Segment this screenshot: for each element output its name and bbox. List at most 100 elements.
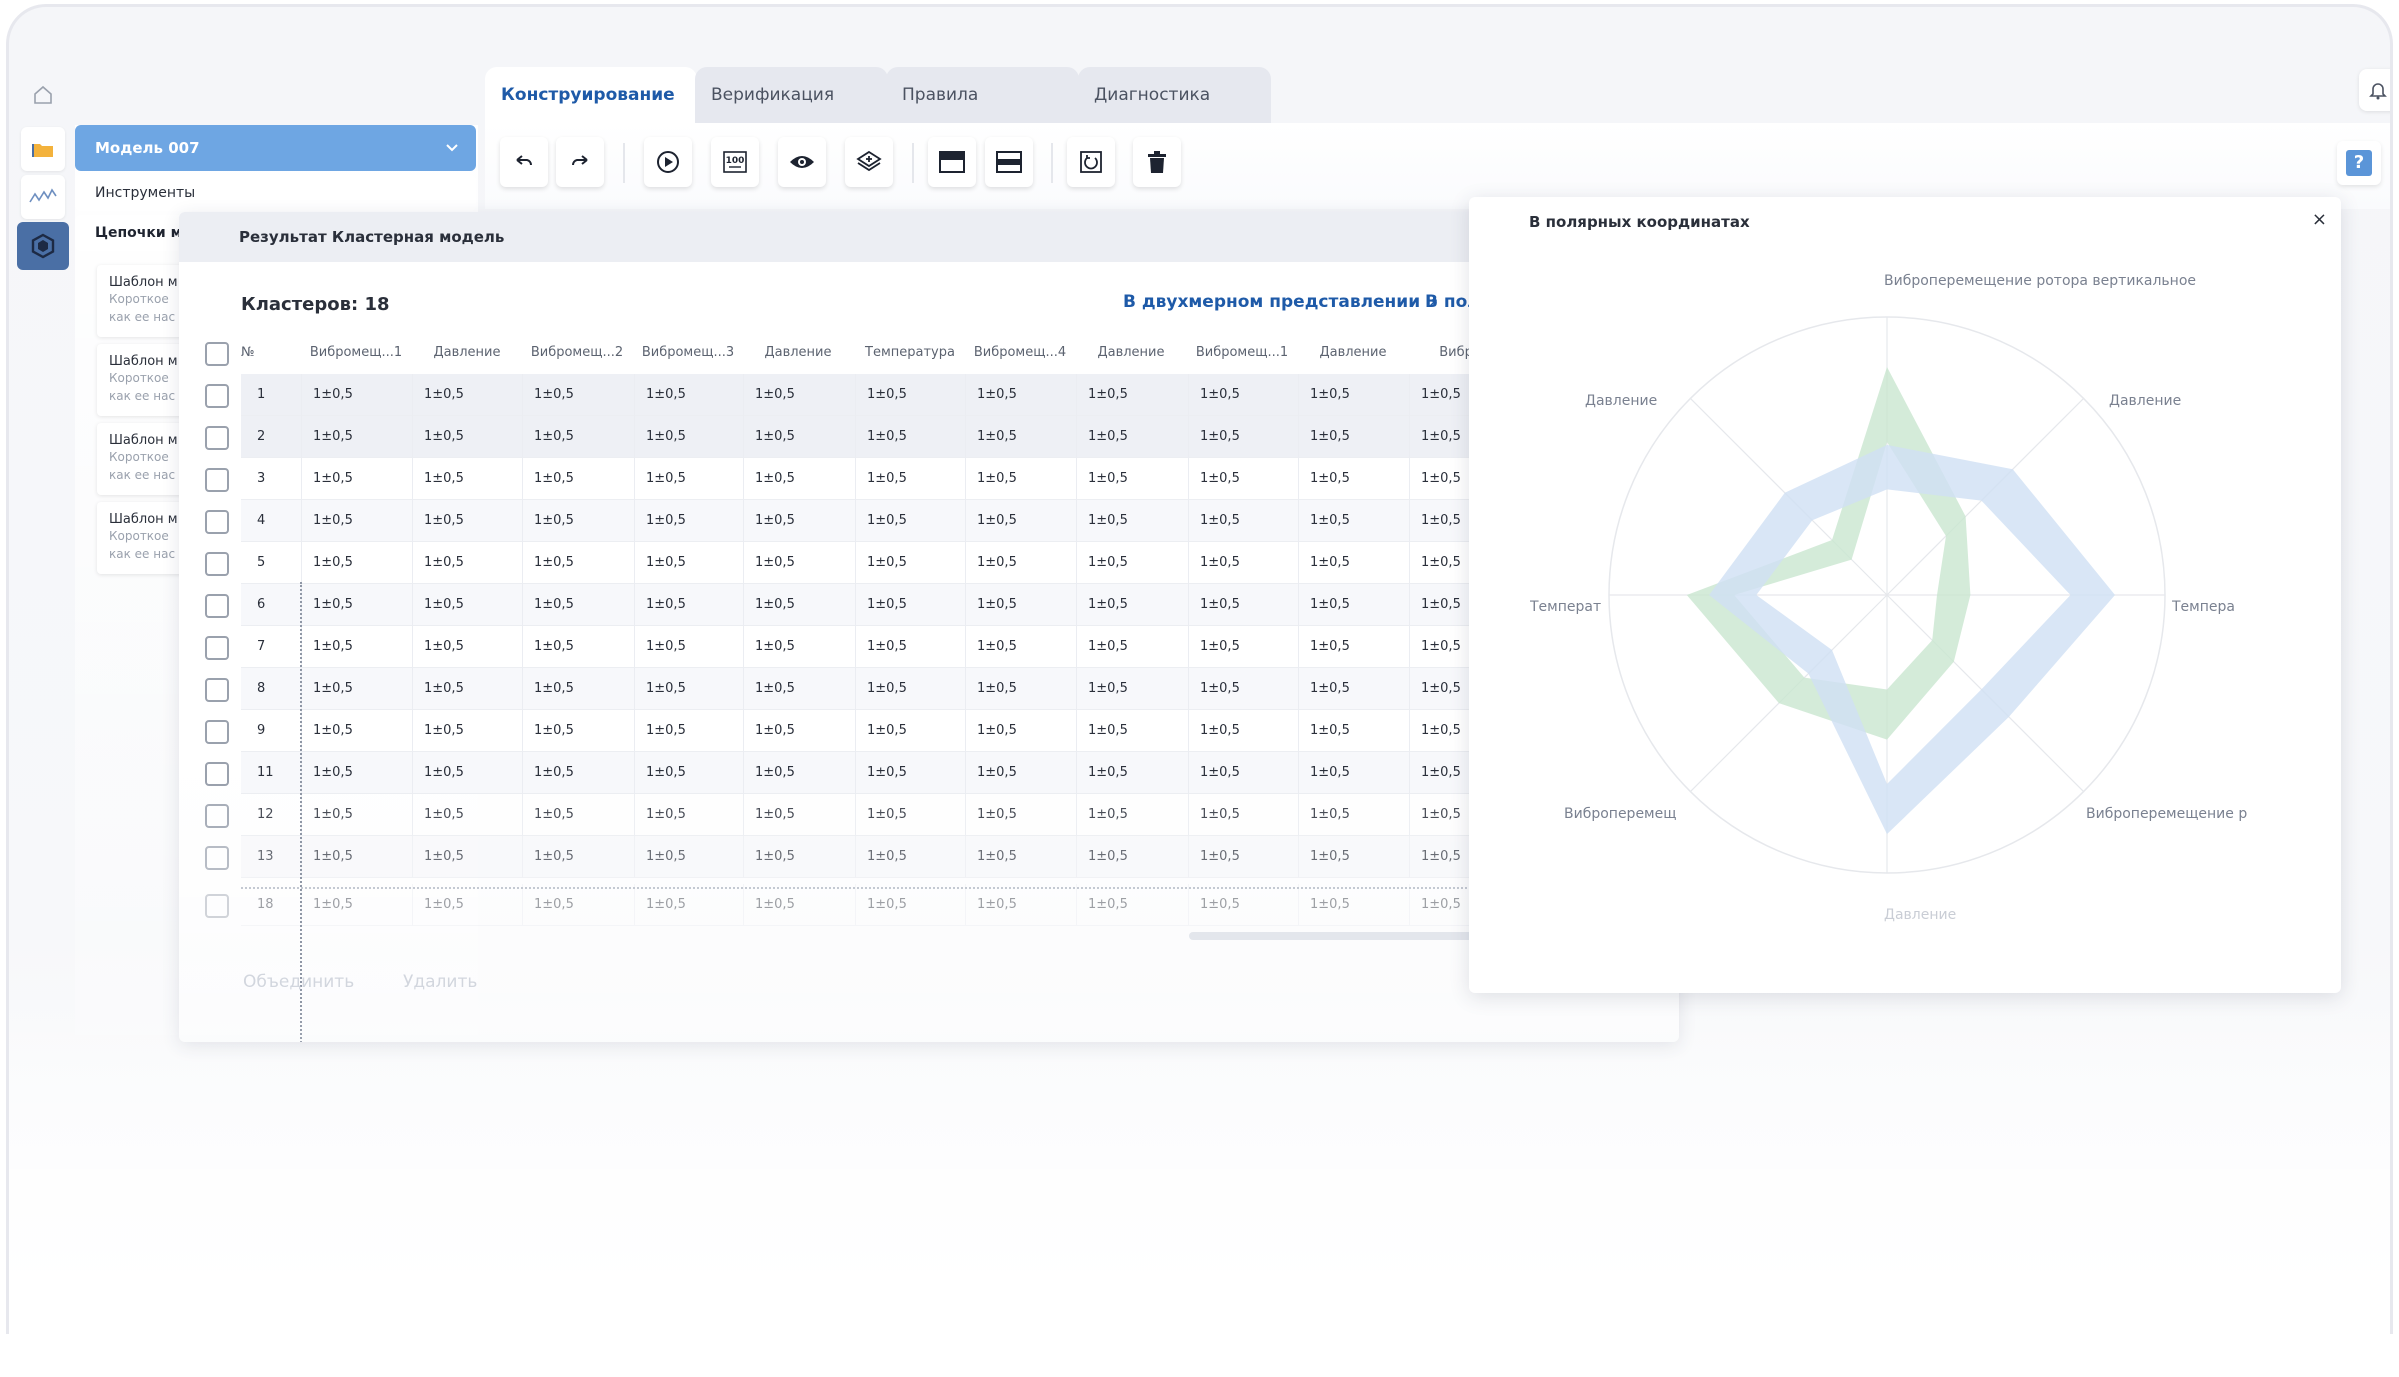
tab-diagnostics[interactable]: Диагностика	[1078, 67, 1271, 123]
column-header[interactable]: Вибромещ...2	[522, 332, 632, 374]
tab-verify[interactable]: Верификация	[695, 67, 888, 123]
redo-button[interactable]	[556, 137, 604, 187]
column-header[interactable]: Вибромещ...3	[634, 332, 742, 374]
template-card[interactable]: Шаблон м Короткое как ее нас	[97, 502, 187, 574]
table-row[interactable]: 8 1±0,5 1±0,5 1±0,5 1±0,5 1±0,5 1±0,5 1±0,5 1±0,…	[179, 668, 1679, 710]
column-header[interactable]: Давление	[1076, 332, 1186, 374]
radar-series-b	[1709, 444, 2115, 835]
column-line	[1409, 542, 1410, 584]
column-line	[855, 668, 856, 710]
table-cell: 1±0,5	[1088, 723, 1128, 738]
column-header[interactable]: Вибромещ...1	[1188, 332, 1296, 374]
table-cell: 1±0,5	[977, 597, 1017, 612]
row-checkbox[interactable]	[205, 384, 229, 408]
model-select[interactable]: Модель 007	[75, 125, 476, 171]
column-line	[1076, 500, 1077, 542]
row-checkbox[interactable]	[205, 426, 229, 450]
column-header[interactable]: Давление	[412, 332, 522, 374]
undo-button[interactable]	[500, 137, 548, 187]
column-header[interactable]: №	[241, 332, 291, 374]
preview-button[interactable]	[778, 137, 826, 187]
row-checkbox[interactable]	[205, 720, 229, 744]
table-cell: 1±0,5	[534, 471, 574, 486]
select-all-checkbox[interactable]	[205, 342, 229, 366]
percent-button[interactable]: 100	[711, 137, 759, 187]
column-line	[522, 794, 523, 836]
row-checkbox[interactable]	[205, 846, 229, 870]
table-row[interactable]: 18 1±0,5 1±0,5 1±0,5 1±0,5 1±0,5 1±0,5 1±0,5 1±0…	[179, 884, 1679, 926]
help-button[interactable]: ?	[2337, 141, 2381, 185]
table-cell: 1±0,5	[313, 897, 353, 912]
toolbar-divider	[912, 143, 914, 183]
table-row[interactable]: 7 1±0,5 1±0,5 1±0,5 1±0,5 1±0,5 1±0,5 1±0,5 1±0,…	[179, 626, 1679, 668]
row-checkbox[interactable]	[205, 510, 229, 534]
radar-chart	[1608, 316, 2166, 874]
table-cell: 1±0,5	[646, 897, 686, 912]
column-line	[412, 794, 413, 836]
delete-button[interactable]	[1133, 137, 1181, 187]
panel-split-button[interactable]	[985, 137, 1033, 187]
tab-rules[interactable]: Правила	[886, 67, 1079, 123]
table-row[interactable]: 11 1±0,5 1±0,5 1±0,5 1±0,5 1±0,5 1±0,5 1±0,5 1±0…	[179, 752, 1679, 794]
panel-top-button[interactable]	[928, 137, 976, 187]
column-line	[1188, 458, 1189, 500]
table-row[interactable]: 4 1±0,5 1±0,5 1±0,5 1±0,5 1±0,5 1±0,5 1±0,5 1±0,…	[179, 500, 1679, 542]
table-cell: 1±0,5	[313, 639, 353, 654]
column-line	[1188, 884, 1189, 926]
row-checkbox[interactable]	[205, 762, 229, 786]
table-cell: 1±0,5	[867, 849, 907, 864]
chart-icon[interactable]	[21, 175, 65, 219]
table-row[interactable]: 6 1±0,5 1±0,5 1±0,5 1±0,5 1±0,5 1±0,5 1±0,5 1±0,…	[179, 584, 1679, 626]
table-row[interactable]: 1 1±0,5 1±0,5 1±0,5 1±0,5 1±0,5 1±0,5 1±0,5 1±0,…	[179, 374, 1679, 416]
row-checkbox[interactable]	[205, 552, 229, 576]
table-row[interactable]: 13 1±0,5 1±0,5 1±0,5 1±0,5 1±0,5 1±0,5 1±0,5 1±0…	[179, 836, 1679, 878]
column-line	[522, 542, 523, 584]
run-button[interactable]	[644, 137, 692, 187]
column-line	[1076, 374, 1077, 416]
table-row[interactable]: 12 1±0,5 1±0,5 1±0,5 1±0,5 1±0,5 1±0,5 1±0,5 1±0…	[179, 794, 1679, 836]
row-checkbox[interactable]	[205, 678, 229, 702]
table-cell: 1±0,5	[534, 597, 574, 612]
refresh-button[interactable]	[1067, 137, 1115, 187]
column-header[interactable]: Вибромещ...1	[301, 332, 411, 374]
template-card[interactable]: Шаблон м Короткое как ее нас	[97, 344, 187, 416]
row-checkbox[interactable]	[205, 594, 229, 618]
column-header[interactable]: Давление	[743, 332, 853, 374]
table-row[interactable]: 9 1±0,5 1±0,5 1±0,5 1±0,5 1±0,5 1±0,5 1±0,5 1±0,…	[179, 710, 1679, 752]
table-cell: 1±0,5	[1200, 639, 1240, 654]
column-line	[855, 542, 856, 584]
row-checkbox[interactable]	[205, 804, 229, 828]
folder-icon[interactable]	[21, 127, 65, 171]
view-2d-link[interactable]: В двухмерном представлении ↗	[1123, 292, 1438, 312]
tools-section[interactable]: Инструменты	[75, 175, 476, 211]
trash-icon	[1148, 151, 1166, 173]
column-header[interactable]: Температура	[855, 332, 965, 374]
table-cell: 1±0,5	[424, 765, 464, 780]
table-cell: 1±0,5	[424, 639, 464, 654]
table-cell: 1±0,5	[867, 897, 907, 912]
template-card[interactable]: Шаблон м Короткое как ее нас	[97, 423, 187, 495]
column-line	[634, 710, 635, 752]
tab-construct[interactable]: Конструирование	[485, 67, 697, 123]
table-row[interactable]: 5 1±0,5 1±0,5 1±0,5 1±0,5 1±0,5 1±0,5 1±0,5 1±0,…	[179, 542, 1679, 584]
row-checkbox[interactable]	[205, 894, 229, 918]
column-header[interactable]: Давление	[1298, 332, 1408, 374]
notification-button[interactable]	[2359, 69, 2390, 111]
row-number: 2	[257, 429, 266, 444]
column-line	[1409, 458, 1410, 500]
row-checkbox[interactable]	[205, 468, 229, 492]
model-icon[interactable]	[17, 222, 69, 270]
table-row[interactable]: 2 1±0,5 1±0,5 1±0,5 1±0,5 1±0,5 1±0,5 1±0,5 1±0,…	[179, 416, 1679, 458]
table-row[interactable]: 3 1±0,5 1±0,5 1±0,5 1±0,5 1±0,5 1±0,5 1±0,5 1±0,…	[179, 458, 1679, 500]
template-card[interactable]: Шаблон м Короткое как ее нас	[97, 265, 187, 337]
column-line	[1298, 542, 1299, 584]
merge-button[interactable]: Объединить	[243, 972, 354, 992]
table-cell: 1±0,5	[424, 555, 464, 570]
home-icon[interactable]	[21, 73, 65, 117]
app-window: Модель 007 Инструменты Цепочки ме Шаблон…	[6, 4, 2393, 1334]
delete-clusters-button[interactable]: Удалить	[403, 972, 477, 992]
layers-button[interactable]	[845, 137, 893, 187]
column-header[interactable]: Вибромещ...4	[965, 332, 1075, 374]
column-line	[522, 626, 523, 668]
row-checkbox[interactable]	[205, 636, 229, 660]
